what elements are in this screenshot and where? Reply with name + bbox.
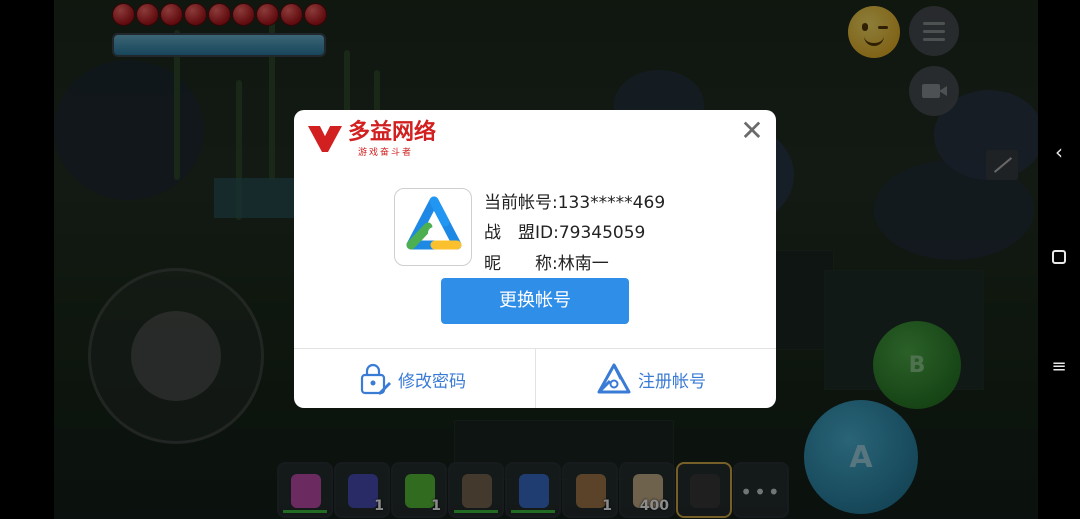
register-account-label: 注册帐号	[638, 371, 706, 392]
recent-apps-icon[interactable]: ≡	[1050, 356, 1068, 377]
alliance-id-row: 战 盟ID:79345059	[484, 218, 645, 243]
triangle-logo-icon	[406, 196, 462, 250]
duoyi-logo-icon	[308, 126, 342, 152]
change-password-label: 修改密码	[398, 371, 466, 392]
brand-slogan: 游戏奋斗者	[358, 147, 414, 158]
close-button[interactable]: ✕	[740, 117, 764, 145]
change-password-button[interactable]: 修改密码	[358, 362, 466, 396]
brand-name: 多益网络	[348, 119, 437, 145]
alliance-id-value: 79345059	[558, 223, 646, 243]
lock-edit-icon	[360, 363, 391, 395]
app-icon	[394, 188, 472, 266]
register-account-button[interactable]: 注册帐号	[596, 362, 706, 396]
nickname-row: 昵 称:林南一	[484, 249, 609, 274]
divider	[535, 349, 536, 408]
account-value: 133*****469	[557, 193, 666, 213]
account-label: 当前帐号:	[484, 193, 558, 213]
account-dialog: 多益网络 游戏奋斗者 ✕ 当前帐号:133*****469 战 盟ID:7934…	[294, 110, 776, 408]
account-row: 当前帐号:133*****469	[484, 188, 665, 213]
nickname-label: 昵 称:	[484, 254, 558, 274]
nickname-value: 林南一	[557, 254, 609, 274]
register-logo-icon	[597, 363, 631, 394]
system-nav-bar: ‹ ≡	[1038, 0, 1080, 519]
home-icon[interactable]	[1052, 250, 1066, 264]
switch-account-button[interactable]: 更换帐号	[441, 278, 629, 324]
brand: 多益网络 游戏奋斗者	[306, 120, 436, 158]
alliance-id-label: 战 盟ID:	[484, 223, 559, 243]
back-icon[interactable]: ‹	[1050, 140, 1068, 164]
